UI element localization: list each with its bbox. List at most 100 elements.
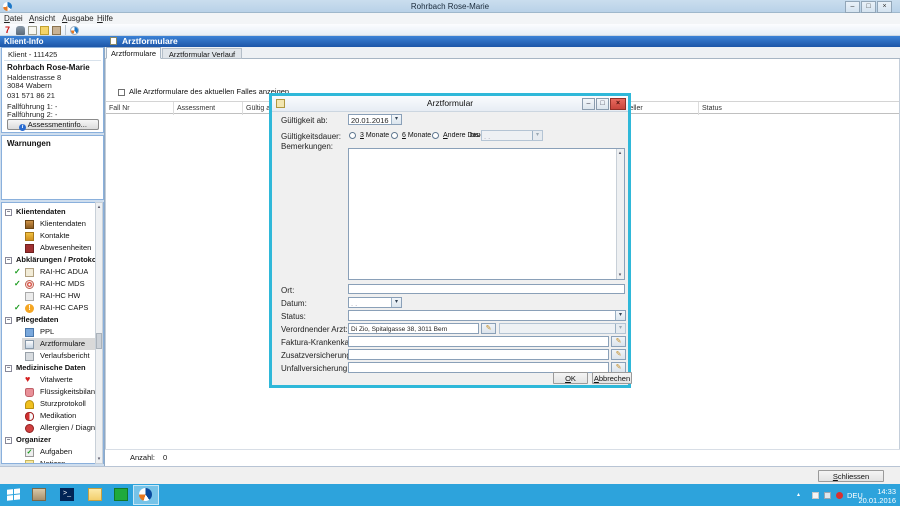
textarea-scrollbar[interactable]: ▴ ▾ (616, 149, 624, 279)
tree-item-medikation[interactable]: Medikation (2, 410, 102, 422)
collapse-icon[interactable]: – (5, 437, 12, 444)
client-id[interactable]: Klient - 111425 (8, 50, 57, 59)
tree-section-pflegedaten[interactable]: – Pflegedaten (2, 314, 102, 326)
tasks-icon: ✓ (25, 448, 34, 457)
faktura-krankenkasse-input[interactable] (348, 336, 609, 347)
tray-clock-time[interactable]: 14:33 (862, 487, 896, 496)
taskbar-server-manager-icon[interactable] (32, 488, 46, 501)
window-minimize-button[interactable]: – (845, 1, 860, 13)
gueltigkeit-ab-combo[interactable]: 20.01.2016 ▾ (348, 114, 402, 125)
tab-arztformular-verlauf[interactable]: Arztformular Verlauf (162, 48, 242, 59)
scroll-down-icon[interactable]: ▾ (617, 271, 623, 279)
dialog-maximize-button[interactable]: □ (596, 98, 609, 110)
scroll-down-icon[interactable]: ▾ (96, 455, 102, 463)
tree-item-rai-hc-mds[interactable]: ✓ RAI-HC MDS (2, 278, 102, 290)
tab-arztformulare[interactable]: Arztformulare (106, 47, 161, 59)
schliessen-button[interactable]: Schliessen (818, 470, 884, 482)
radio-3-monate-label[interactable]: 3 Monate (360, 132, 389, 139)
menu-hilfe[interactable]: Hilfe (97, 14, 113, 23)
tree-item-aufgaben[interactable]: ✓ Aufgaben (2, 446, 102, 458)
tray-status-icon-2[interactable] (824, 492, 831, 499)
toolbar-note-icon[interactable] (40, 26, 49, 35)
toolbar-seven-icon[interactable]: 7 (5, 26, 10, 35)
cancel-button[interactable]: Abbrechen (592, 372, 632, 384)
tree-item-allergien[interactable]: Allergien / Diagnosen... (2, 422, 102, 434)
dropdown-icon: ▾ (532, 131, 542, 140)
warnings-box: Warnungen (1, 135, 104, 200)
tree-section-medizinische-daten[interactable]: – Medizinische Daten (2, 362, 102, 374)
tree-item-arztformulare[interactable]: Arztformulare (2, 338, 102, 350)
tree-scrollbar[interactable]: ▴ ▾ (95, 202, 103, 464)
toolbar-exit-icon[interactable] (52, 26, 61, 35)
col-assessment[interactable]: Assessment (174, 102, 243, 115)
scroll-up-icon[interactable]: ▴ (96, 203, 102, 211)
tree-item-klientendaten[interactable]: Klientendaten (2, 218, 102, 230)
tree-item-ppl[interactable]: PPL (2, 326, 102, 338)
tree-item-rai-hc-hw[interactable]: RAI-HC HW (2, 290, 102, 302)
col-status[interactable]: Status (699, 102, 899, 115)
window-restore-button[interactable]: □ (861, 1, 876, 13)
door-icon (25, 220, 34, 229)
tree-item-fluessigkeitsbilanz[interactable]: Flüssigkeitsbilanz (2, 386, 102, 398)
tree-section-abklaerungen[interactable]: – Abklärungen / Protokolle (2, 254, 103, 266)
tree-item-sturzprotokoll[interactable]: Sturzprotokoll (2, 398, 102, 410)
tree-section-organizer[interactable]: – Organizer (2, 434, 102, 446)
dialog-minimize-button[interactable]: – (582, 98, 595, 110)
dropdown-icon[interactable]: ▾ (615, 311, 625, 320)
menu-datei[interactable]: Datei (4, 14, 23, 23)
tree-item-verlaufsbericht[interactable]: Verlaufsbericht (2, 350, 102, 362)
radio-6-monate[interactable] (391, 132, 398, 139)
tree-item-rai-hc-adua[interactable]: ✓ RAI-HC ADUA (2, 266, 102, 278)
toolbar-document-icon[interactable] (28, 26, 37, 35)
ok-button[interactable]: OK (553, 372, 588, 384)
taskbar-app-swirl-icon[interactable] (139, 488, 152, 501)
taskbar-file-explorer-icon[interactable] (88, 488, 102, 501)
dialog-close-button[interactable]: × (610, 98, 626, 110)
dropdown-icon[interactable]: ▾ (391, 115, 401, 124)
filter-checkbox[interactable] (118, 89, 125, 96)
zusatz-edit-pencil-button[interactable]: ✎ (611, 349, 626, 360)
tray-expand-icon[interactable]: ▴ (797, 491, 800, 498)
bemerkungen-textarea[interactable]: ▴ ▾ (348, 148, 625, 280)
menu-ansicht[interactable]: Ansicht (29, 14, 55, 23)
datum-combo[interactable]: . . ▾ (348, 297, 402, 308)
sidebar: Klient-Info Klient - 111425 Rohrbach Ros… (0, 36, 105, 466)
tray-status-icon-3[interactable] (836, 492, 843, 499)
tree-item-vitalwerte[interactable]: ♥ Vitalwerte (2, 374, 102, 386)
faktura-edit-pencil-button[interactable]: ✎ (611, 336, 626, 347)
pills-icon (25, 412, 34, 421)
window-title: Rohrbach Rose-Marie (410, 2, 490, 11)
toolbar-app-swirl-icon[interactable] (70, 26, 79, 35)
taskbar-green-app-icon[interactable] (114, 488, 128, 501)
window-close-button[interactable]: × (877, 1, 892, 13)
assessmentinfo-button[interactable]: i Assessmentinfo... (7, 119, 99, 131)
collapse-icon[interactable]: – (5, 317, 12, 324)
scrollbar-thumb[interactable] (96, 333, 102, 349)
collapse-icon[interactable]: – (5, 365, 12, 372)
radio-6-monate-label[interactable]: 6 Monate (402, 132, 431, 139)
arzt-edit-pencil-button[interactable]: ✎ (481, 323, 496, 334)
radio-3-monate[interactable] (349, 132, 356, 139)
tree-item-rai-hc-caps[interactable]: ✓ ! RAI-HC CAPS (2, 302, 102, 314)
toolbar-person-icon[interactable] (16, 26, 25, 35)
taskbar-powershell-icon[interactable]: >_ (60, 488, 74, 501)
tree-section-klientendaten[interactable]: – Klientendaten (2, 206, 102, 218)
dialog-title: Arztformular (426, 98, 474, 108)
tree-item-notizen[interactable]: Notizen (2, 458, 102, 463)
scroll-up-icon[interactable]: ▴ (617, 149, 623, 157)
verordnender-arzt-input[interactable]: Di Zio, Spitalgasse 38, 3011 Bern (348, 323, 479, 334)
zusatzversicherung-input[interactable] (348, 349, 609, 360)
dropdown-icon[interactable]: ▾ (391, 298, 401, 307)
menu-ausgabe[interactable]: Ausgabe (62, 14, 94, 23)
tree-item-kontakte[interactable]: Kontakte (2, 230, 102, 242)
ort-input[interactable] (348, 284, 625, 294)
radio-andere-dauer[interactable] (432, 132, 439, 139)
col-fall-nr[interactable]: Fall Nr (106, 102, 174, 115)
tray-status-icon-1[interactable] (812, 492, 819, 499)
start-button[interactable] (7, 488, 21, 501)
status-dropdown[interactable]: ▾ (348, 310, 626, 321)
collapse-icon[interactable]: – (5, 257, 12, 264)
collapse-icon[interactable]: – (5, 209, 12, 216)
tree-item-abwesenheiten[interactable]: Abwesenheiten (2, 242, 102, 254)
tray-clock-date[interactable]: 20.01.2016 (855, 496, 896, 505)
